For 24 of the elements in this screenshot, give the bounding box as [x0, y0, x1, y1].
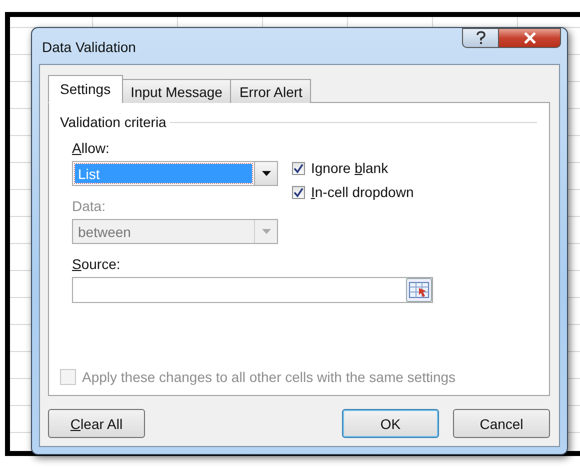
- question-mark-icon: [476, 31, 486, 45]
- tab[interactable]: Input Message: [122, 79, 232, 103]
- dialog-button[interactable]: Clear All: [48, 409, 145, 438]
- close-icon: [522, 32, 536, 44]
- tab[interactable]: Error Alert: [230, 79, 312, 103]
- checkbox[interactable]: [292, 186, 305, 198]
- source-label: Source:: [71, 256, 122, 273]
- data-label: Data:: [72, 198, 106, 215]
- checkbox-option[interactable]: Ignore blank: [292, 160, 414, 176]
- allow-label: Allow:: [72, 140, 110, 157]
- tab[interactable]: Settings: [48, 75, 123, 103]
- checkbox-option[interactable]: In-cell dropdown: [292, 184, 414, 200]
- window-title: Data Validation: [42, 39, 136, 55]
- dropdown-value: List: [75, 164, 252, 183]
- dialog-button[interactable]: OK: [342, 409, 439, 438]
- dialog-button[interactable]: Cancel: [453, 409, 550, 438]
- range-picker-button[interactable]: [406, 278, 432, 302]
- help-button[interactable]: [462, 28, 499, 48]
- section-heading: Validation criteria: [60, 114, 166, 130]
- source-field[interactable]: [72, 277, 433, 303]
- close-button[interactable]: [499, 28, 561, 48]
- range-grid-icon: [409, 282, 429, 298]
- dropdown-value: between: [77, 222, 132, 241]
- checkbox[interactable]: [292, 162, 305, 174]
